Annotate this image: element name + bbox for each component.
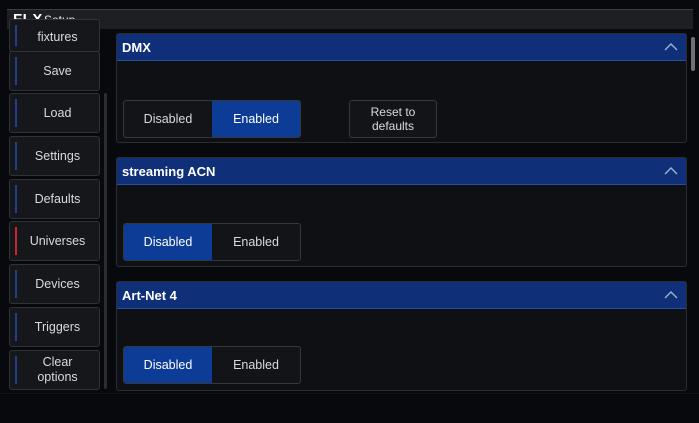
panel-header[interactable]: DMX [117,34,686,61]
sidebar-item-marker [15,25,17,46]
panel-title: streaming ACN [122,164,216,179]
sidebar-item-universes[interactable]: Universes [9,221,100,261]
title-bar-inner: FLX Setup [7,9,693,29]
sidebar-item-marker [15,99,17,127]
disabled-option[interactable]: Disabled [124,101,212,137]
panel-streaming-acn: streaming ACN Disabled Enabled [116,157,687,267]
chevron-up-icon[interactable] [662,38,680,56]
chevron-up-icon[interactable] [662,162,680,180]
sidebar-item-save[interactable]: Save [9,51,100,91]
sidebar-item-label: Clear options [37,355,78,384]
sidebar-item-load[interactable]: Load [9,93,100,133]
enabled-option[interactable]: Enabled [212,347,300,383]
sidebar-item-marker [15,57,17,85]
sidebar-item-label: Settings [34,148,81,163]
bottom-bar [0,393,699,423]
enabled-option[interactable]: Enabled [212,224,300,260]
artnet-enable-toggle[interactable]: Disabled Enabled [123,346,301,384]
sidebar-item-label: fixtures [37,30,78,44]
sidebar-item-label: Triggers [34,319,81,334]
sidebar-item-label: Universes [29,233,86,248]
panel-art-net-4: Art-Net 4 Disabled Enabled [116,281,687,391]
sidebar-item-marker [15,142,17,170]
enabled-option[interactable]: Enabled [212,101,300,137]
sidebar-item-devices[interactable]: Devices [9,264,100,304]
chevron-up-icon[interactable] [662,286,680,304]
sidebar-item-marker [15,185,17,213]
sidebar-item-label: Devices [35,276,80,291]
panel-header[interactable]: Art-Net 4 [117,282,686,309]
sidebar-item-settings[interactable]: Settings [9,136,100,176]
main-scrollbar[interactable] [691,37,695,71]
sidebar-item-clear-options[interactable]: Clear options [9,350,100,390]
sacn-enable-toggle[interactable]: Disabled Enabled [123,223,301,261]
sidebar-item-marker [15,356,17,384]
sidebar-item-label: Save [43,63,72,78]
sidebar: fixtures Save Load Settings Defaults Uni… [7,19,100,393]
sidebar-item-defaults[interactable]: Defaults [9,179,100,219]
main-content: DMX Disabled Enabled Reset to defaults s… [116,33,687,391]
sidebar-item-marker-active [15,227,17,255]
sidebar-item-label: Defaults [34,191,81,206]
panel-title: Art-Net 4 [122,288,177,303]
sidebar-item-fixtures[interactable]: fixtures [9,19,100,52]
disabled-option[interactable]: Disabled [124,224,212,260]
title-bar: FLX Setup [0,0,699,29]
sidebar-scrollbar[interactable] [104,93,107,389]
disabled-option[interactable]: Disabled [124,347,212,383]
sidebar-item-triggers[interactable]: Triggers [9,307,100,347]
sidebar-item-label: Load [43,105,72,120]
panel-dmx: DMX Disabled Enabled Reset to defaults [116,33,687,143]
panel-title: DMX [122,40,151,55]
sidebar-item-marker [15,270,17,298]
reset-to-defaults-button[interactable]: Reset to defaults [349,100,437,138]
sidebar-item-marker [15,313,17,341]
dmx-enable-toggle[interactable]: Disabled Enabled [123,100,301,138]
panel-header[interactable]: streaming ACN [117,158,686,185]
